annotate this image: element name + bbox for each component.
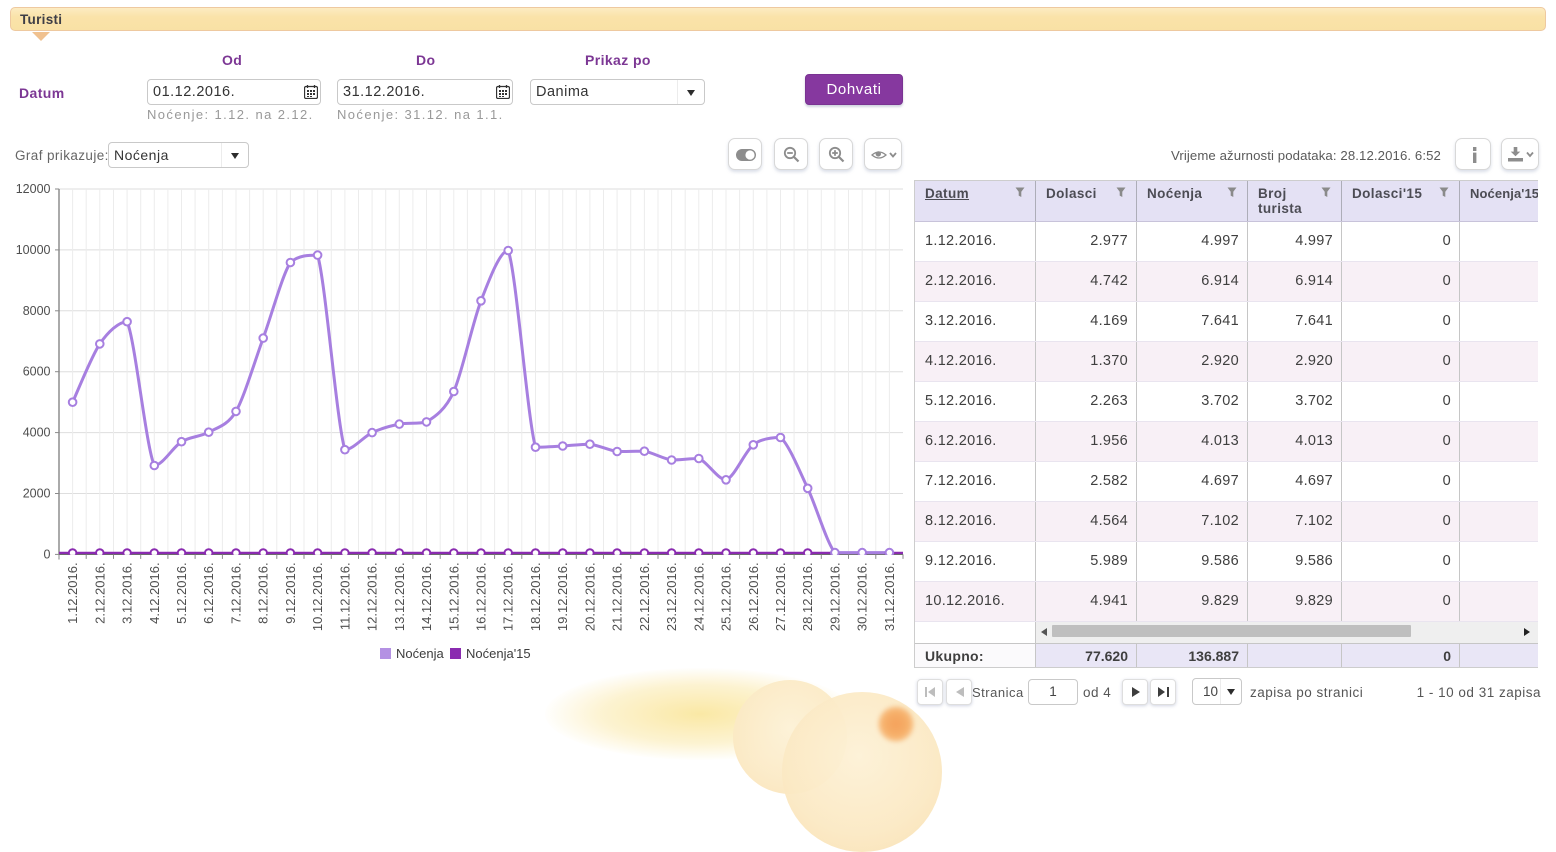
svg-text:21.12.2016.: 21.12.2016. [610, 562, 625, 631]
svg-text:2.12.2016.: 2.12.2016. [92, 562, 107, 623]
svg-text:31.12.2016.: 31.12.2016. [882, 562, 897, 631]
svg-text:3.12.2016.: 3.12.2016. [120, 562, 135, 623]
svg-text:9.12.2016.: 9.12.2016. [283, 562, 298, 623]
svg-text:28.12.2016.: 28.12.2016. [800, 562, 815, 631]
svg-text:30.12.2016.: 30.12.2016. [855, 562, 870, 631]
svg-text:0: 0 [44, 547, 51, 561]
svg-text:25.12.2016.: 25.12.2016. [719, 562, 734, 631]
svg-text:5.12.2016.: 5.12.2016. [174, 562, 189, 623]
svg-text:10000: 10000 [16, 243, 51, 257]
svg-text:8.12.2016.: 8.12.2016. [256, 562, 271, 623]
svg-text:1.12.2016.: 1.12.2016. [65, 562, 80, 623]
svg-text:Noćenja'15: Noćenja'15 [466, 646, 531, 661]
svg-text:7.12.2016.: 7.12.2016. [229, 562, 244, 623]
svg-text:4.12.2016.: 4.12.2016. [147, 562, 162, 623]
svg-text:12.12.2016.: 12.12.2016. [365, 562, 380, 631]
svg-text:10.12.2016.: 10.12.2016. [310, 562, 325, 631]
svg-text:22.12.2016.: 22.12.2016. [637, 562, 652, 631]
svg-text:16.12.2016.: 16.12.2016. [474, 562, 489, 631]
svg-text:15.12.2016.: 15.12.2016. [446, 562, 461, 631]
svg-text:8000: 8000 [23, 304, 51, 318]
svg-text:2000: 2000 [23, 487, 51, 501]
svg-text:29.12.2016.: 29.12.2016. [827, 562, 842, 631]
svg-text:17.12.2016.: 17.12.2016. [501, 562, 516, 631]
svg-text:6.12.2016.: 6.12.2016. [201, 562, 216, 623]
svg-text:24.12.2016.: 24.12.2016. [691, 562, 706, 631]
svg-text:Noćenja: Noćenja [396, 646, 444, 661]
svg-text:4000: 4000 [23, 426, 51, 440]
svg-text:13.12.2016.: 13.12.2016. [392, 562, 407, 631]
svg-text:27.12.2016.: 27.12.2016. [773, 562, 788, 631]
svg-text:20.12.2016.: 20.12.2016. [582, 562, 597, 631]
svg-text:12000: 12000 [16, 182, 51, 196]
svg-text:19.12.2016.: 19.12.2016. [555, 562, 570, 631]
svg-text:11.12.2016.: 11.12.2016. [337, 562, 352, 630]
svg-text:23.12.2016.: 23.12.2016. [664, 562, 679, 631]
svg-text:26.12.2016.: 26.12.2016. [746, 562, 761, 631]
svg-text:6000: 6000 [23, 365, 51, 379]
svg-text:14.12.2016.: 14.12.2016. [419, 562, 434, 631]
svg-text:18.12.2016.: 18.12.2016. [528, 562, 543, 631]
